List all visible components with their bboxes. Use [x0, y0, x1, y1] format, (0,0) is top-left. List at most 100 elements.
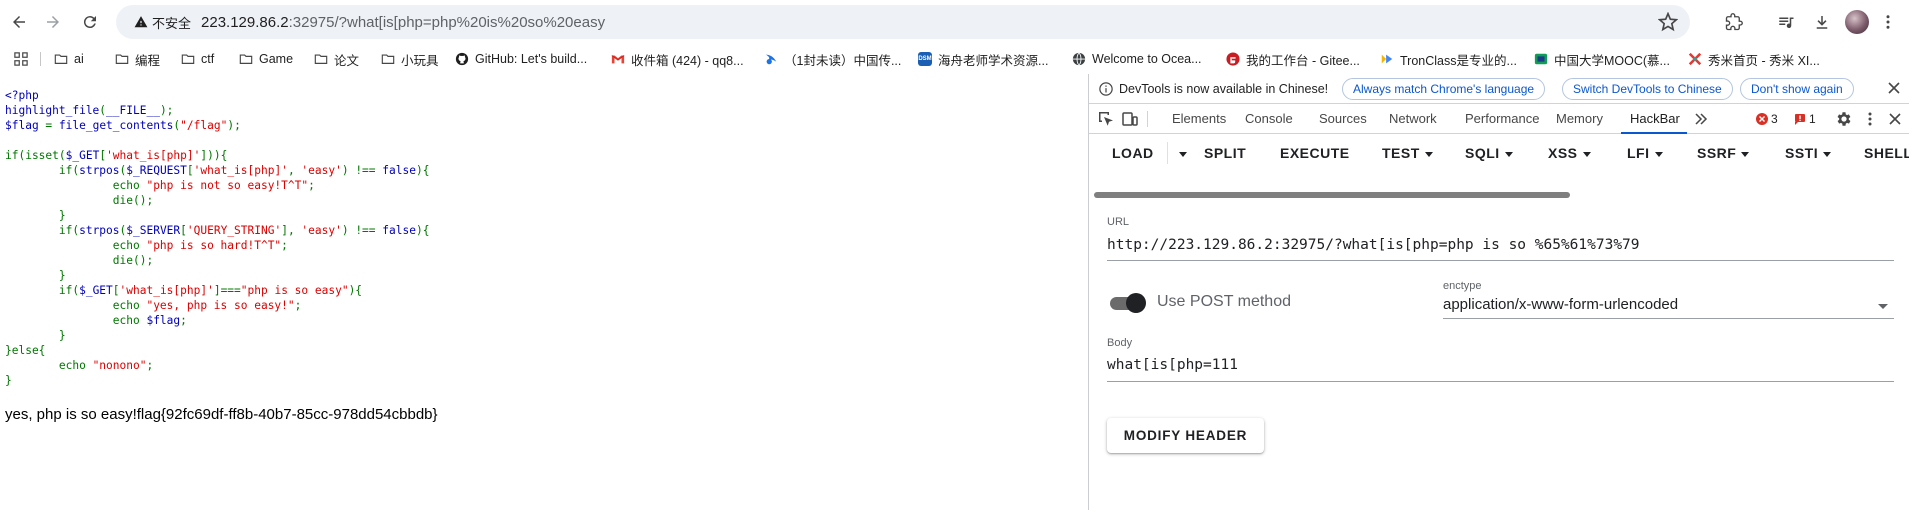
code-token: die — [5, 254, 133, 267]
media-control-button[interactable] — [1772, 8, 1800, 36]
code-token: ) !== — [341, 164, 383, 177]
code-token: ; — [146, 359, 154, 372]
kebab-menu-icon — [1886, 15, 1890, 29]
kebab-menu-icon[interactable] — [1861, 110, 1879, 128]
code-token: ; — [281, 239, 288, 252]
apps-button[interactable] — [14, 49, 34, 69]
caret-down-icon — [1179, 151, 1187, 157]
bookmark-ocean[interactable]: Welcome to Ocea... — [1072, 49, 1202, 69]
hackbar-test-menu[interactable]: TEST — [1382, 145, 1433, 161]
code-token: "php is so hard!T^T" — [146, 239, 282, 252]
hackbar-split-button[interactable]: SPLIT — [1204, 145, 1246, 161]
body-field-underline — [1107, 381, 1894, 382]
code-token: } — [5, 269, 66, 282]
bookmark-xiumi[interactable]: 秀米首页 - 秀米 XI... — [1688, 49, 1820, 69]
hackbar-shell-menu[interactable]: SHELL — [1864, 145, 1909, 161]
hackbar-execute-button[interactable]: EXECUTE — [1280, 145, 1350, 161]
code-token: $_SERVER — [126, 224, 181, 237]
error-counter[interactable]: 3 — [1756, 112, 1778, 126]
settings-gear-icon[interactable] — [1835, 110, 1853, 128]
bookmark-gmail[interactable]: 收件箱 (424) - qq8... — [611, 49, 744, 69]
modify-header-button[interactable]: MODIFY HEADER — [1107, 418, 1264, 453]
arrow-left-icon — [13, 16, 25, 28]
extensions-button[interactable] — [1720, 8, 1748, 36]
bookmark-folder-toys[interactable]: 小玩具 — [381, 49, 439, 69]
tab-performance[interactable]: Performance — [1465, 111, 1539, 126]
code-line: } — [5, 209, 66, 222]
hackbar-sqli-menu[interactable]: SQLI — [1465, 145, 1513, 161]
hackbar-xss-menu[interactable]: XSS — [1548, 145, 1591, 161]
code-token: strpos — [79, 164, 120, 177]
back-button[interactable] — [4, 7, 34, 37]
bookmark-tronclass[interactable]: TronClass是专业的... — [1380, 49, 1517, 69]
profile-avatar[interactable] — [1845, 10, 1869, 34]
bookmark-folder-papers[interactable]: 论文 — [314, 49, 359, 69]
use-post-toggle[interactable] — [1108, 292, 1146, 314]
menu-label: SSRF — [1697, 145, 1737, 161]
tab-elements[interactable]: Elements — [1172, 111, 1226, 126]
enctype-select[interactable]: application/x-www-form-urlencoded — [1443, 296, 1678, 313]
bookmark-github[interactable]: GitHub: Let's build... — [455, 49, 587, 69]
code-token: die — [5, 194, 133, 207]
code-token: ; — [180, 314, 187, 327]
switch-to-chinese-button[interactable]: Switch DevTools to Chinese — [1562, 78, 1733, 100]
hackbar-lfi-menu[interactable]: LFI — [1627, 145, 1663, 161]
star-bookmark-icon[interactable] — [1658, 12, 1678, 32]
code-token: "nonono" — [92, 359, 147, 372]
tab-sources[interactable]: Sources — [1319, 111, 1367, 126]
always-match-language-button[interactable]: Always match Chrome's language — [1342, 78, 1546, 100]
hackbar-ssti-menu[interactable]: SSTI — [1785, 145, 1832, 161]
close-devtools-icon[interactable] — [1886, 110, 1904, 128]
device-toolbar-icon[interactable] — [1121, 110, 1139, 128]
bookmark-folder-ctf[interactable]: ctf — [181, 49, 214, 69]
close-icon[interactable] — [1886, 80, 1902, 96]
tab-hackbar[interactable]: HackBar — [1630, 111, 1680, 126]
code-token: echo — [5, 359, 93, 372]
bookmark-mooc[interactable]: 中国大学MOOC(慕... — [1534, 49, 1670, 69]
tab-network[interactable]: Network — [1389, 111, 1437, 126]
code-token: } — [5, 329, 66, 342]
page-content: <?php highlight_file(__FILE__); $flag = … — [0, 74, 1088, 510]
hackbar-ssrf-menu[interactable]: SSRF — [1697, 145, 1750, 161]
bookmark-folder-programming[interactable]: 编程 — [115, 49, 160, 69]
bookmark-mail[interactable]: （1封未读）中国传... — [764, 49, 901, 69]
downloads-button[interactable] — [1808, 8, 1836, 36]
folder-icon — [181, 52, 195, 66]
code-token: } — [5, 374, 12, 387]
hackbar-url-input[interactable]: http://223.129.86.2:32975/?what[is[php=p… — [1107, 237, 1640, 253]
issues-counter[interactable]: 1 — [1794, 112, 1816, 126]
address-bar[interactable]: 不安全 223.129.86.2:32975/?what[is[php=php%… — [116, 5, 1690, 39]
code-token: ); — [227, 119, 241, 132]
code-token: $flag — [5, 119, 46, 132]
tab-memory[interactable]: Memory — [1556, 111, 1603, 126]
forward-button[interactable] — [38, 7, 68, 37]
code-token: ])){ — [200, 149, 228, 162]
hackbar-body-input[interactable]: what[is[php=111 — [1107, 357, 1238, 373]
bookmark-gitee[interactable]: 我的工作台 - Gitee... — [1226, 49, 1360, 69]
inspect-element-icon[interactable] — [1097, 110, 1115, 128]
not-secure-label: 不安全 — [152, 15, 192, 31]
tab-console[interactable]: Console — [1245, 111, 1293, 126]
bookmark-dsm[interactable]: DSM 海舟老师学术资源... — [918, 49, 1048, 69]
hackbar-load-dropdown[interactable] — [1174, 145, 1187, 161]
hackbar-load-button[interactable]: LOAD — [1112, 145, 1154, 161]
code-token: "yes, php is so easy!" — [146, 299, 295, 312]
dont-show-again-button[interactable]: Don't show again — [1740, 78, 1854, 100]
reload-button[interactable] — [75, 7, 105, 37]
code-token: false — [382, 224, 416, 237]
code-token: strpos — [79, 224, 120, 237]
bookmark-label: 编程 — [135, 53, 161, 68]
url-field-underline — [1107, 260, 1894, 261]
hackbar-menu-scrollbar[interactable] — [1094, 192, 1570, 198]
code-token: (); — [132, 194, 154, 207]
bookmark-folder-game[interactable]: Game — [239, 49, 293, 69]
not-secure-chip[interactable]: 不安全 — [128, 9, 199, 35]
bookmark-label: 论文 — [334, 53, 360, 68]
bookmark-folder-ai[interactable]: ai — [54, 49, 84, 69]
more-tabs-chevron-icon[interactable] — [1692, 110, 1710, 128]
code-token: false — [382, 164, 416, 177]
code-token: "php is not so easy!T^T" — [146, 179, 309, 192]
puzzle-icon — [1725, 13, 1743, 31]
code-token: __FILE__ — [106, 104, 160, 117]
browser-menu-button[interactable] — [1874, 8, 1902, 36]
